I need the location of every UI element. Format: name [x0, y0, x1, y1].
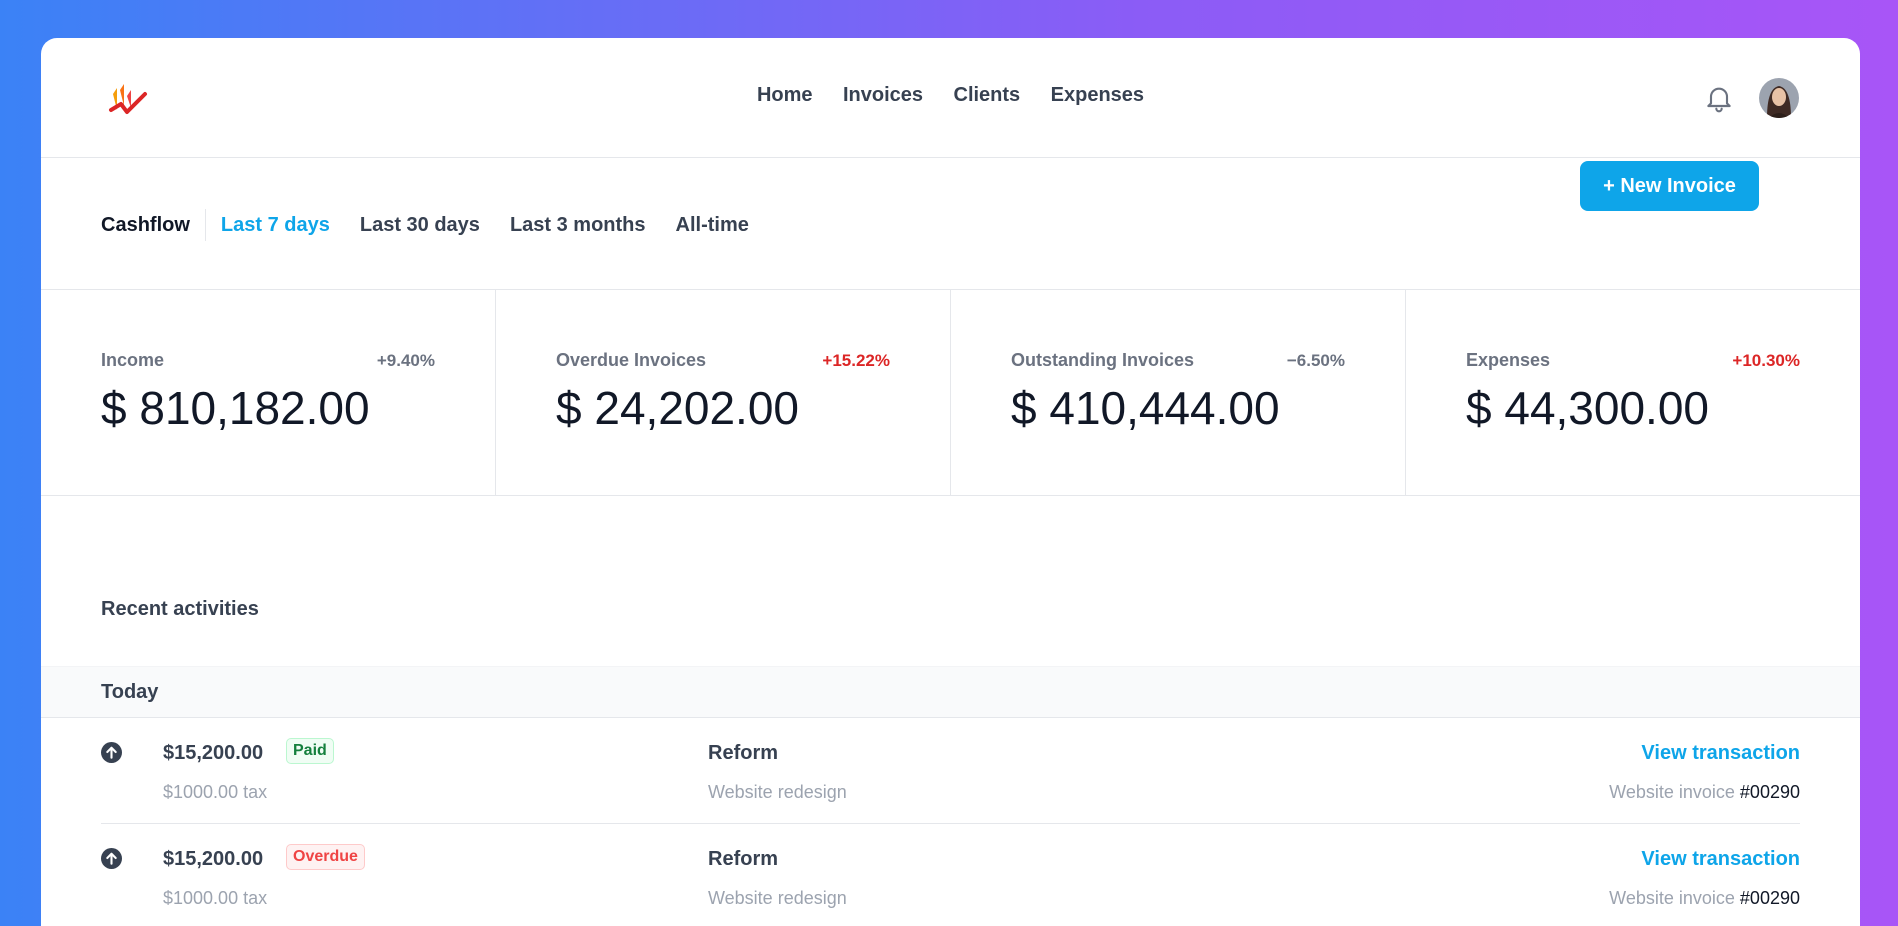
- stat-change: +10.30%: [1732, 350, 1800, 370]
- period-filters: Cashflow Last 7 days Last 30 days Last 3…: [101, 209, 764, 241]
- transaction-amount: $15,200.00: [163, 742, 264, 764]
- status-badge: Paid: [286, 738, 334, 764]
- stat-overdue-invoices: Overdue Invoices +15.22% $ 24,202.00: [496, 290, 951, 495]
- activity-list: $15,200.00 Paid $1000.00 tax Reform Webs…: [101, 718, 1800, 926]
- project-name: Website redesign: [708, 782, 847, 802]
- stat-value: $ 44,300.00: [1466, 382, 1710, 434]
- nav-invoices[interactable]: Invoices: [843, 84, 923, 107]
- nav-clients[interactable]: Clients: [954, 84, 1021, 107]
- transaction-tax: $1000.00 tax: [163, 782, 268, 802]
- day-group-header: Today: [41, 666, 1860, 718]
- nav-home[interactable]: Home: [757, 84, 813, 107]
- status-badge: Overdue: [286, 844, 365, 870]
- arrow-up-circle-icon: [101, 742, 122, 763]
- main-nav: Home Invoices Clients Expenses: [41, 84, 1860, 107]
- cashflow-label: Cashflow: [101, 209, 206, 241]
- client-name: Reform: [708, 848, 779, 870]
- stat-value: $ 24,202.00: [556, 382, 800, 434]
- arrow-up-circle-icon: [101, 848, 122, 869]
- project-name: Website redesign: [708, 888, 847, 908]
- stat-label: Expenses: [1466, 350, 1551, 370]
- recent-activities-title: Recent activities: [101, 598, 259, 620]
- user-avatar[interactable]: [1759, 78, 1799, 118]
- stat-outstanding-invoices: Outstanding Invoices −6.50% $ 410,444.00: [951, 290, 1406, 495]
- transaction-amount: $15,200.00: [163, 848, 264, 870]
- stat-label: Outstanding Invoices: [1011, 350, 1195, 370]
- stat-change: +15.22%: [822, 350, 890, 370]
- filter-last-3-months[interactable]: Last 3 months: [510, 209, 646, 241]
- stat-change: +9.40%: [376, 350, 435, 370]
- nav-expenses[interactable]: Expenses: [1051, 84, 1144, 107]
- invoice-label: Website invoice: [1609, 782, 1735, 802]
- stat-value: $ 410,444.00: [1011, 382, 1280, 434]
- invoice-reference: Website invoice #00290: [1609, 782, 1800, 803]
- view-transaction-link[interactable]: View transaction: [1641, 742, 1800, 765]
- activity-row: $15,200.00 Paid $1000.00 tax Reform Webs…: [101, 718, 1800, 824]
- stats-row: Income +9.40% $ 810,182.00 Overdue Invoi…: [41, 290, 1860, 496]
- invoice-label: Website invoice: [1609, 888, 1735, 908]
- transaction-tax: $1000.00 tax: [163, 888, 268, 908]
- filter-all-time[interactable]: All-time: [676, 209, 749, 241]
- stat-label: Income: [101, 350, 165, 370]
- stat-income: Income +9.40% $ 810,182.00: [41, 290, 496, 495]
- bell-icon[interactable]: [1703, 82, 1735, 114]
- top-navigation-bar: Home Invoices Clients Expenses: [41, 38, 1860, 158]
- stat-change: −6.50%: [1286, 350, 1345, 370]
- day-label: Today: [101, 681, 159, 703]
- invoice-number: #00290: [1739, 888, 1800, 908]
- activity-row: $15,200.00 Overdue $1000.00 tax Reform W…: [101, 824, 1800, 926]
- invoice-reference: Website invoice #00290: [1609, 888, 1800, 909]
- filter-last-30-days[interactable]: Last 30 days: [360, 209, 480, 241]
- filter-last-7-days[interactable]: Last 7 days: [221, 209, 330, 241]
- client-name: Reform: [708, 742, 779, 764]
- stat-label: Overdue Invoices: [556, 350, 707, 370]
- invoice-number: #00290: [1739, 782, 1800, 802]
- view-transaction-link[interactable]: View transaction: [1641, 848, 1800, 871]
- stat-expenses: Expenses +10.30% $ 44,300.00: [1406, 290, 1860, 495]
- stat-value: $ 810,182.00: [101, 382, 370, 434]
- new-invoice-button[interactable]: + New Invoice: [1580, 161, 1759, 211]
